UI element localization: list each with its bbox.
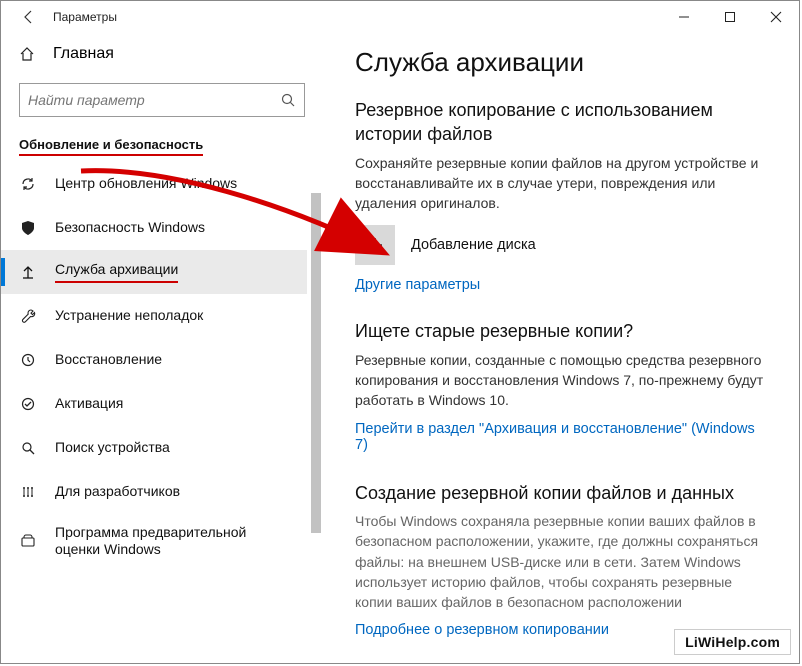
sidebar-section-title: Обновление и безопасность	[1, 127, 323, 162]
section3-desc: Чтобы Windows сохраняла резервные копии …	[355, 511, 767, 612]
sidebar-item-for-developers[interactable]: Для разработчиков	[1, 470, 307, 514]
sidebar-item-label: Центр обновления Windows	[55, 175, 289, 193]
section1-title: Резервное копирование с использованием и…	[355, 98, 767, 147]
sidebar-item-activation[interactable]: Активация	[1, 382, 307, 426]
close-button[interactable]	[753, 1, 799, 33]
section1-desc: Сохраняйте резервные копии файлов на дру…	[355, 153, 767, 214]
nav-home[interactable]: Главная	[1, 33, 323, 75]
sidebar-item-recovery[interactable]: Восстановление	[1, 338, 307, 382]
search-input[interactable]	[19, 83, 305, 117]
add-drive-label: Добавление диска	[411, 237, 536, 253]
wrench-icon	[19, 308, 37, 324]
back-button[interactable]	[9, 1, 49, 33]
sidebar-item-label: Безопасность Windows	[55, 219, 289, 237]
watermark: LiWiHelp.com	[674, 629, 791, 655]
section2-title: Ищете старые резервные копии?	[355, 319, 767, 343]
plus-icon	[366, 236, 384, 254]
nav-home-label: Главная	[53, 45, 114, 63]
sidebar-item-label: Для разработчиков	[55, 483, 289, 501]
section2-desc: Резервные копии, созданные с помощью сре…	[355, 350, 767, 411]
window-title: Параметры	[49, 10, 117, 24]
maximize-button[interactable]	[707, 1, 753, 33]
search-field[interactable]	[28, 92, 280, 108]
activation-icon	[19, 396, 37, 412]
sidebar-item-windows-update[interactable]: Центр обновления Windows	[1, 162, 307, 206]
search-icon	[280, 92, 296, 108]
page-title: Служба архивации	[355, 47, 767, 78]
insider-icon	[19, 533, 37, 549]
goto-backup-restore-link[interactable]: Перейти в раздел "Архивация и восстановл…	[355, 421, 767, 453]
update-icon	[19, 176, 37, 192]
more-options-link[interactable]: Другие параметры	[355, 277, 480, 293]
shield-icon	[19, 220, 37, 236]
sidebar-item-label: Служба архивации	[55, 261, 289, 283]
sidebar-scrollbar[interactable]	[309, 193, 323, 663]
location-icon	[19, 440, 37, 456]
backup-icon	[19, 264, 37, 280]
sidebar-item-label: Программа предварительной оценки Windows	[55, 524, 289, 559]
sidebar-item-label: Активация	[55, 395, 289, 413]
learn-more-backup-link[interactable]: Подробнее о резервном копировании	[355, 622, 609, 638]
section3-title: Создание резервной копии файлов и данных	[355, 481, 767, 505]
sidebar-item-find-my-device[interactable]: Поиск устройства	[1, 426, 307, 470]
minimize-button[interactable]	[661, 1, 707, 33]
home-icon	[19, 46, 35, 62]
add-drive-button[interactable]	[355, 225, 395, 265]
sidebar-item-troubleshoot[interactable]: Устранение неполадок	[1, 294, 307, 338]
developers-icon	[19, 484, 37, 500]
sidebar-item-label: Устранение неполадок	[55, 307, 289, 325]
sidebar-item-insider-program[interactable]: Программа предварительной оценки Windows	[1, 514, 307, 568]
recovery-icon	[19, 352, 37, 368]
sidebar-item-windows-security[interactable]: Безопасность Windows	[1, 206, 307, 250]
sidebar-item-label: Восстановление	[55, 351, 289, 369]
sidebar-item-label: Поиск устройства	[55, 439, 289, 457]
scrollbar-thumb[interactable]	[311, 193, 321, 533]
sidebar-item-backup[interactable]: Служба архивации	[1, 250, 307, 294]
